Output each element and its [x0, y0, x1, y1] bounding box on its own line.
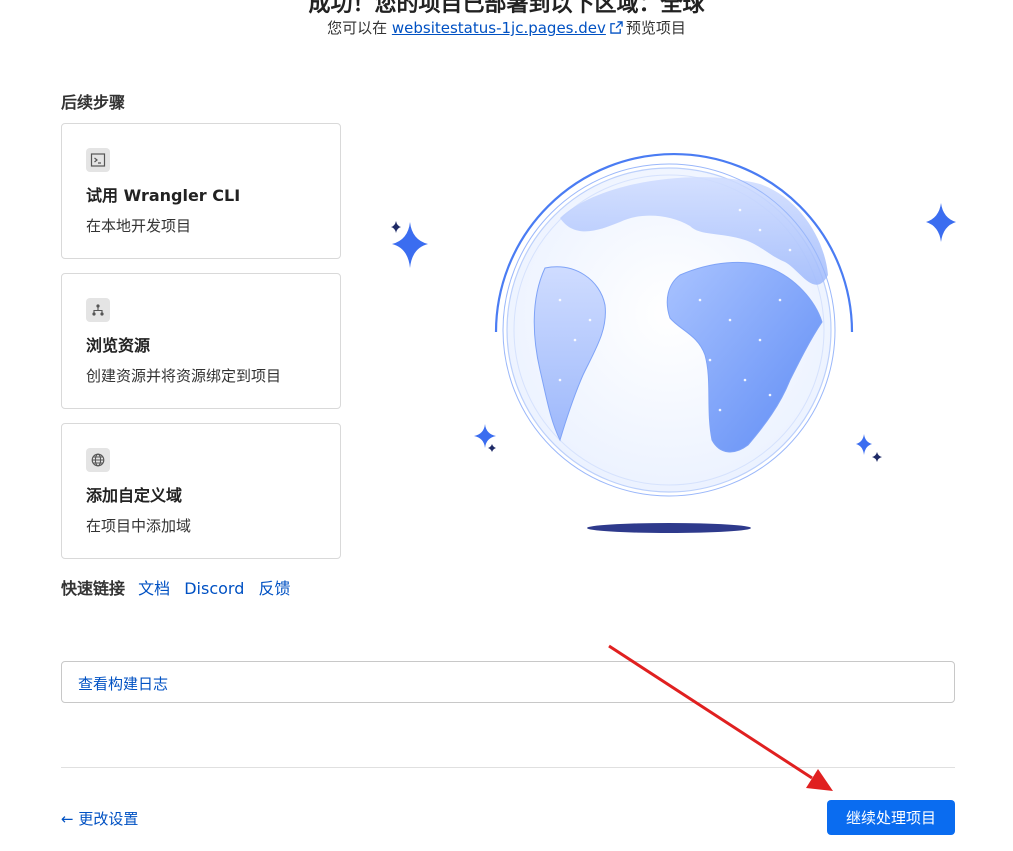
card-title: 添加自定义域	[86, 486, 183, 505]
continue-project-button[interactable]: 继续处理项目	[827, 800, 955, 835]
preview-line: 您可以在 websitestatus-1jc.pages.dev 预览项目	[0, 17, 1013, 38]
build-log-label: 查看构建日志	[78, 675, 169, 693]
next-steps-title: 后续步骤	[61, 93, 126, 112]
globe-illustration	[391, 152, 956, 533]
feedback-link[interactable]: 反馈	[258, 579, 290, 598]
terminal-icon	[86, 148, 110, 172]
quick-links: 快速链接 文档 Discord 反馈	[61, 575, 299, 599]
preview-url-link[interactable]: websitestatus-1jc.pages.dev	[392, 19, 606, 37]
view-build-log-button[interactable]: 查看构建日志	[61, 661, 955, 703]
card-title: 试用 Wrangler CLI	[86, 186, 241, 205]
card-custom-domain[interactable]: 添加自定义域 在项目中添加域	[61, 423, 341, 559]
resources-icon	[86, 298, 110, 322]
quick-links-title: 快速链接	[61, 579, 126, 598]
change-settings-link[interactable]: ← 更改设置	[61, 808, 138, 829]
docs-link[interactable]: 文档	[138, 579, 170, 598]
external-link-icon[interactable]	[610, 20, 623, 34]
card-browse-resources[interactable]: 浏览资源 创建资源并将资源绑定到项目	[61, 273, 341, 409]
card-description: 在本地开发项目	[86, 217, 192, 235]
card-description: 创建资源并将资源绑定到项目	[86, 367, 282, 385]
success-heading: 成功！您的项目已部署到以下区域：全球	[308, 0, 705, 17]
preview-suffix: 预览项目	[625, 19, 686, 37]
card-description: 在项目中添加域	[86, 517, 192, 535]
preview-prefix: 您可以在	[327, 19, 388, 37]
card-title: 浏览资源	[86, 336, 151, 355]
globe-icon	[86, 448, 110, 472]
discord-link[interactable]: Discord	[184, 579, 244, 598]
card-wrangler-cli[interactable]: 试用 Wrangler CLI 在本地开发项目	[61, 123, 341, 259]
footer-divider	[61, 767, 955, 768]
